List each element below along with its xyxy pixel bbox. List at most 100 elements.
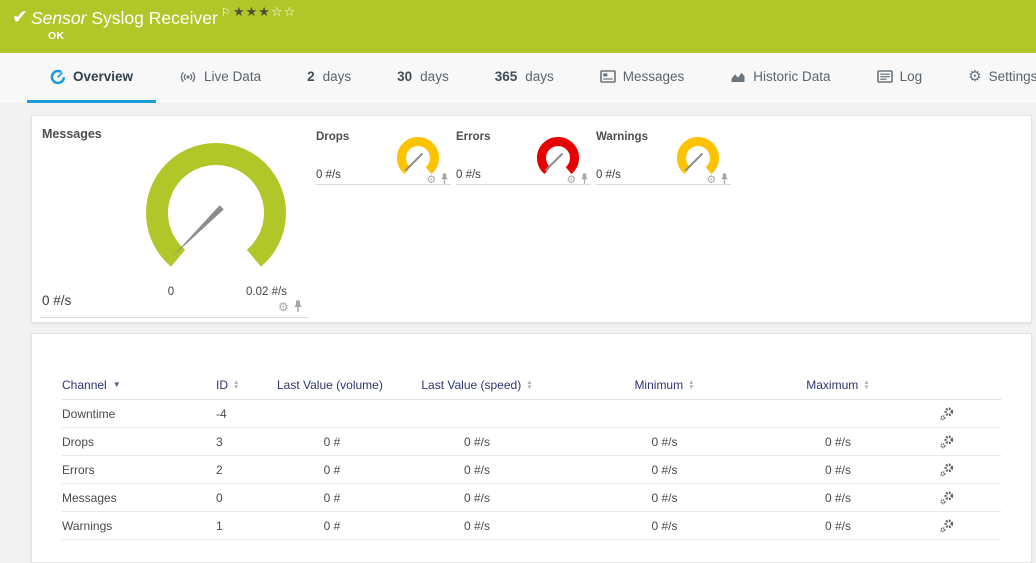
tab-30-days[interactable]: 30 days — [374, 53, 472, 103]
channel-row[interactable]: Downtime -4 — [62, 400, 1001, 428]
small-gauge: Errors 0 #/s ⚙ — [456, 131, 591, 185]
primary-gauge-arc — [157, 154, 275, 258]
tab-historic-data[interactable]: Historic Data — [707, 53, 853, 103]
channel-name: Errors — [62, 463, 212, 477]
small-gauge: Drops 0 #/s ⚙ — [316, 131, 451, 185]
sort-updown-icon: ▲▼ — [688, 380, 694, 390]
gauge-settings-icon[interactable]: ⚙ — [278, 301, 289, 313]
gear-icon: ⚙ — [968, 69, 981, 84]
gauge-icon — [50, 69, 66, 85]
channel-last-volume: 0 # — [277, 463, 387, 477]
gauge-divider — [456, 184, 591, 185]
gauge-scale-min: 0 — [156, 286, 186, 298]
gauge-divider — [40, 317, 308, 318]
column-header-last-speed[interactable]: Last Value (speed)▲▼ — [387, 377, 567, 392]
priority-stars[interactable]: ★★★☆☆ — [233, 4, 296, 20]
channel-id: 3 — [212, 435, 277, 449]
gauge-pin-icon[interactable] — [720, 173, 729, 185]
channel-table-header: Channel▼ ID▲▼ Last Value (volume)▲▼ Last… — [62, 370, 1001, 400]
channel-maximum: 0 #/s — [762, 491, 914, 505]
channel-maximum: 0 #/s — [762, 519, 914, 533]
channel-name: Downtime — [62, 407, 212, 421]
flag-icon[interactable]: ⚐ — [221, 7, 231, 19]
small-gauge-title: Warnings — [596, 131, 648, 143]
gauge-pin-icon[interactable] — [440, 173, 449, 185]
tab-label: Overview — [73, 69, 133, 84]
channel-minimum: 0 #/s — [567, 491, 762, 505]
channel-id: 0 — [212, 491, 277, 505]
historic-data-icon — [730, 70, 746, 83]
channel-name: Messages — [62, 491, 212, 505]
tab-2-days[interactable]: 2 days — [284, 53, 374, 103]
gauge-divider — [596, 184, 731, 185]
tab-log[interactable]: Log — [854, 53, 946, 103]
tab-365-days[interactable]: 365 days — [472, 53, 577, 103]
small-gauge: Warnings 0 #/s ⚙ — [596, 131, 731, 185]
sort-updown-icon: ▲▼ — [233, 380, 239, 390]
channel-name: Drops — [62, 435, 212, 449]
gauge-settings-icon[interactable]: ⚙ — [427, 173, 437, 184]
sensor-name: Syslog Receiver — [91, 8, 217, 28]
gauge-settings-icon[interactable]: ⚙ — [707, 173, 717, 184]
channel-last-volume: 0 # — [277, 491, 387, 505]
gauge-settings-icon[interactable]: ⚙ — [567, 173, 577, 184]
channel-row[interactable]: Errors 2 0 # 0 #/s 0 #/s 0 #/s — [62, 456, 1001, 484]
primary-gauge-dial — [141, 138, 291, 273]
column-header-id[interactable]: ID▲▼ — [212, 377, 277, 392]
tab-label: Messages — [623, 69, 685, 84]
column-header-channel[interactable]: Channel▼ — [62, 377, 212, 392]
channel-minimum: 0 #/s — [567, 435, 762, 449]
tab-label: days — [323, 69, 352, 84]
channels-panel: Channel▼ ID▲▼ Last Value (volume)▲▼ Last… — [31, 333, 1032, 563]
tab-label: days — [525, 69, 554, 84]
tab-number: 365 — [495, 69, 518, 84]
tab-number: 2 — [307, 69, 315, 84]
small-gauge-current-value: 0 #/s — [316, 169, 341, 181]
channel-name: Warnings — [62, 519, 212, 533]
gauge-pin-icon[interactable] — [580, 173, 589, 185]
column-header-maximum[interactable]: Maximum▲▼ — [762, 377, 914, 392]
sensor-header: ✔ Sensor Syslog Receiver⚐ ★★★☆☆ OK — [0, 0, 1036, 53]
channel-row[interactable]: Drops 3 0 # 0 #/s 0 #/s 0 #/s — [62, 428, 1001, 456]
tab-overview[interactable]: Overview — [27, 53, 156, 103]
channel-settings-icon[interactable] — [939, 462, 955, 478]
channel-settings-icon[interactable] — [939, 434, 955, 450]
channel-last-speed: 0 #/s — [387, 519, 567, 533]
gauge-scale-max: 0.02 #/s — [246, 286, 287, 298]
channel-last-speed: 0 #/s — [387, 435, 567, 449]
channel-row[interactable]: Messages 0 0 # 0 #/s 0 #/s 0 #/s — [62, 484, 1001, 512]
channel-maximum: 0 #/s — [762, 463, 914, 477]
channel-row[interactable]: Warnings 1 0 # 0 #/s 0 #/s 0 #/s — [62, 512, 1001, 540]
tab-number: 30 — [397, 69, 412, 84]
gauges-panel: Messages 0 0.02 #/s 0 #/s ⚙ Drops 0 #/s … — [31, 115, 1032, 323]
channel-last-speed: 0 #/s — [387, 463, 567, 477]
channel-settings-icon[interactable] — [939, 490, 955, 506]
small-gauge-title: Drops — [316, 131, 349, 143]
channel-id: 2 — [212, 463, 277, 477]
stars-filled: ★★★ — [233, 4, 271, 19]
tab-messages[interactable]: Messages — [577, 53, 708, 103]
channel-settings-icon[interactable] — [939, 406, 955, 422]
page-title: Sensor Syslog Receiver ⚐ — [31, 6, 231, 29]
tab-label: Historic Data — [753, 69, 830, 84]
tab-bar: Overview Live Data 2 days 30 days 365 da… — [0, 53, 1036, 103]
stars-empty: ☆☆ — [271, 4, 296, 19]
channel-last-volume: 0 # — [277, 519, 387, 533]
primary-gauge-title: Messages — [42, 127, 102, 141]
sort-updown-icon: ▲▼ — [526, 380, 532, 390]
object-kind-label: Sensor — [31, 8, 86, 28]
sort-updown-icon: ▲▼ — [863, 380, 869, 390]
channel-id: -4 — [212, 407, 277, 421]
tab-label: Live Data — [204, 69, 261, 84]
primary-gauge-needle — [172, 205, 224, 257]
channel-settings-icon[interactable] — [939, 518, 955, 534]
channel-maximum: 0 #/s — [762, 435, 914, 449]
tab-settings[interactable]: ⚙ Settings — [945, 53, 1036, 103]
column-header-minimum[interactable]: Minimum▲▼ — [567, 377, 762, 392]
tab-live-data[interactable]: Live Data — [156, 53, 284, 103]
sort-desc-icon: ▼ — [113, 380, 121, 389]
gauge-pin-icon[interactable] — [293, 300, 303, 313]
channel-minimum: 0 #/s — [567, 519, 762, 533]
channel-id: 1 — [212, 519, 277, 533]
column-header-last-volume[interactable]: Last Value (volume)▲▼ — [277, 377, 387, 392]
